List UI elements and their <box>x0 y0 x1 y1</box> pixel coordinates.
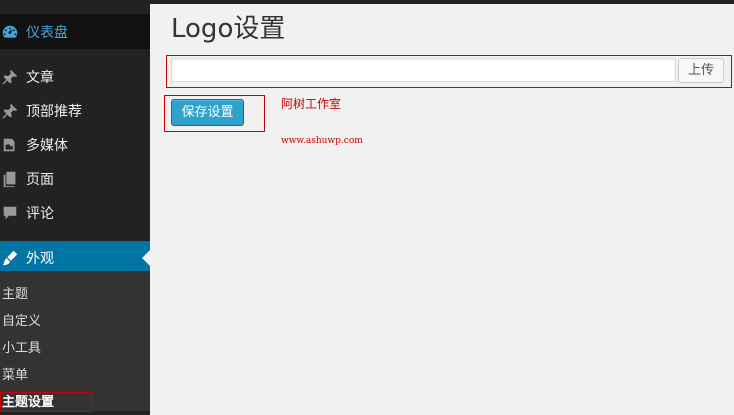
menu-item-featured[interactable]: 顶部推荐 <box>0 94 150 128</box>
pin-icon <box>0 67 26 87</box>
menu-label: 顶部推荐 <box>26 104 82 120</box>
submenu-item-widgets[interactable]: 小工具 <box>2 339 41 359</box>
logo-url-input[interactable] <box>171 58 676 82</box>
brush-icon <box>0 248 26 268</box>
menu-item-appearance[interactable]: 外观 <box>0 241 150 275</box>
admin-sidebar: 仪表盘 文章 顶部推荐 多媒体 页面 评论 外观 主题 自定义 小工具 菜单 主… <box>0 4 150 415</box>
media-icon <box>0 135 26 155</box>
watermark-studio-name: 阿树工作室 <box>281 97 342 111</box>
menu-item-comments[interactable]: 评论 <box>0 196 150 230</box>
active-indicator <box>142 250 150 266</box>
page-icon <box>0 169 26 189</box>
menu-item-pages[interactable]: 页面 <box>0 162 150 196</box>
menu-label: 页面 <box>26 172 54 188</box>
watermark-studio-url: www.ashuwp.com <box>281 136 363 146</box>
menu-item-media[interactable]: 多媒体 <box>0 128 150 162</box>
dashboard-icon <box>0 22 26 42</box>
menu-label: 评论 <box>26 206 54 222</box>
submenu-item-customize[interactable]: 自定义 <box>2 312 41 332</box>
pin-icon <box>0 101 26 121</box>
save-settings-button[interactable]: 保存设置 <box>171 99 244 126</box>
menu-label: 文章 <box>26 70 54 86</box>
menu-label: 多媒体 <box>26 138 68 154</box>
menu-item-dashboard[interactable]: 仪表盘 <box>0 14 150 49</box>
menu-label: 外观 <box>26 251 54 267</box>
submenu-item-menus[interactable]: 菜单 <box>2 366 28 386</box>
submenu-item-themes[interactable]: 主题 <box>2 285 28 305</box>
upload-button[interactable]: 上传 <box>678 58 724 83</box>
comment-icon <box>0 203 26 223</box>
page-title: Logo设置 <box>171 14 286 44</box>
menu-item-posts[interactable]: 文章 <box>0 60 150 94</box>
menu-label: 仪表盘 <box>26 24 68 41</box>
highlight-box-theme-settings <box>0 392 92 412</box>
appearance-submenu: 主题 自定义 小工具 菜单 主题设置 <box>0 271 150 411</box>
